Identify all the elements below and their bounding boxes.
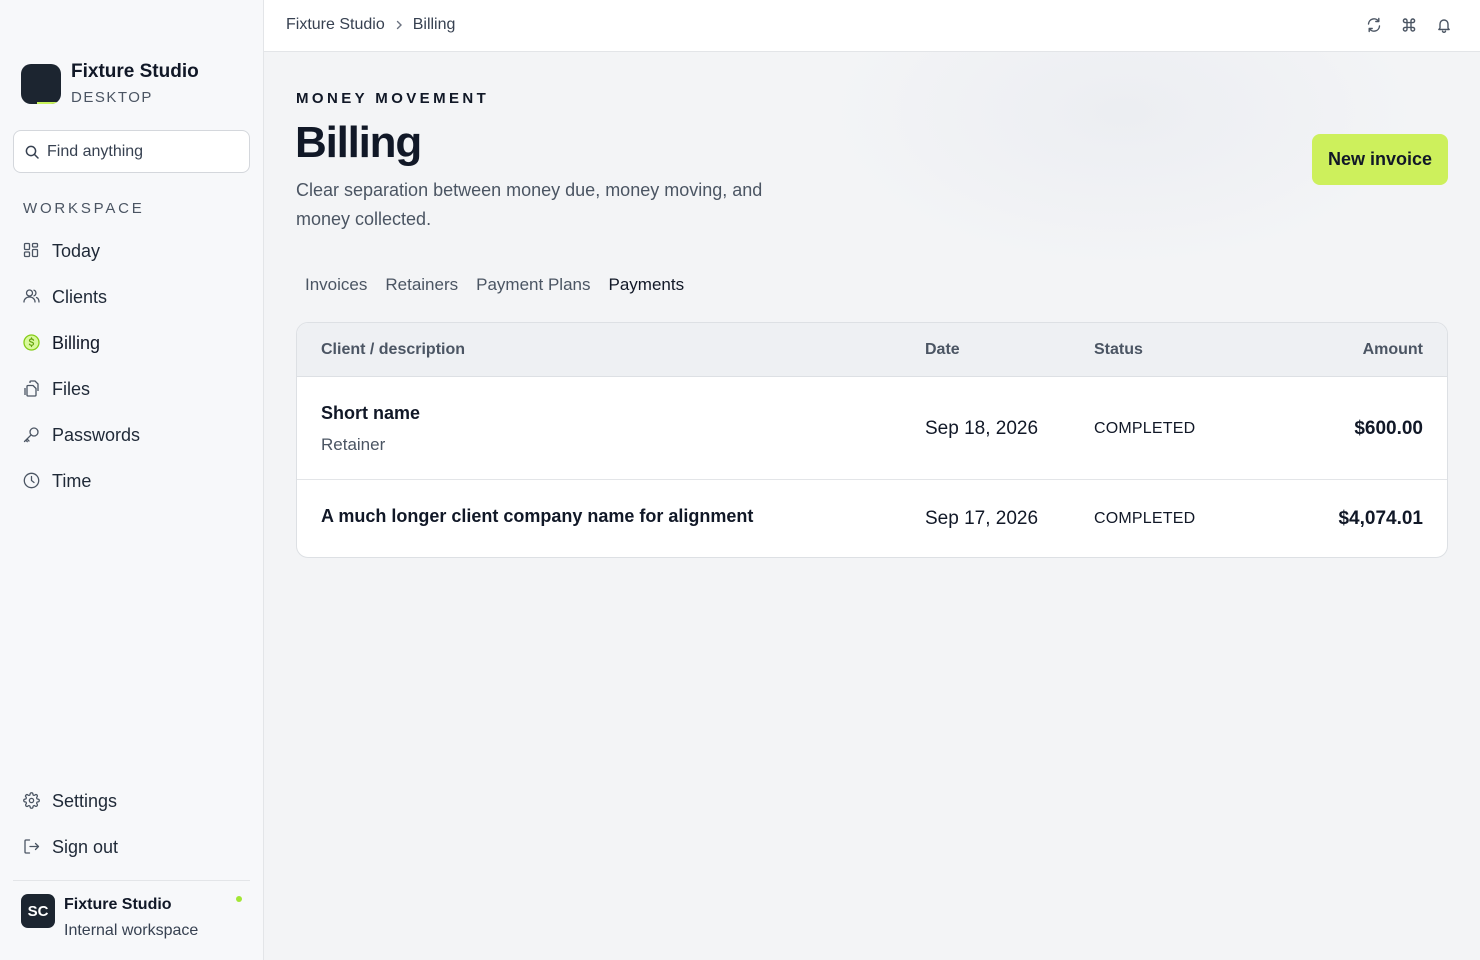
sidebar-item-billing[interactable]: Billing	[13, 320, 250, 366]
user-workspace-label: Internal workspace	[64, 922, 199, 939]
payment-amount: $4,074.01	[1338, 508, 1423, 529]
payment-description: Retainer	[321, 435, 386, 454]
sidebar-item-label: Clients	[52, 286, 108, 307]
sidebar-item-sign-out[interactable]: Sign out	[13, 824, 250, 870]
command-icon[interactable]	[1401, 17, 1417, 33]
tab-retainers[interactable]: Retainers	[376, 274, 467, 296]
app-name: Fixture Studio	[71, 61, 199, 82]
sidebar-item-passwords[interactable]: Passwords	[13, 412, 250, 458]
app-logo	[21, 64, 61, 104]
main-content: MONEY MOVEMENT Billing Clear separation …	[264, 52, 1480, 960]
sidebar-item-label: Time	[52, 470, 92, 491]
sidebar-item-time[interactable]: Time	[13, 458, 250, 504]
tab-invoices[interactable]: Invoices	[296, 274, 376, 296]
table-row[interactable]: Short name Retainer Sep 18, 2026 COMPLET…	[297, 377, 1447, 480]
sidebar-item-label: Passwords	[52, 424, 141, 445]
sidebar-item-label: Billing	[52, 332, 101, 353]
chevron-right-icon	[395, 20, 403, 30]
search-icon	[25, 145, 39, 159]
gear-icon	[23, 792, 41, 810]
client-name: Short name	[321, 403, 421, 423]
clock-icon	[23, 472, 41, 490]
payment-status: COMPLETED	[1094, 510, 1196, 527]
page-description: Clear separation between money due, mone…	[296, 180, 763, 229]
page-eyebrow: MONEY MOVEMENT	[296, 90, 490, 107]
bell-icon[interactable]	[1436, 17, 1452, 33]
files-icon	[23, 380, 41, 398]
sidebar-bottom-nav: Settings Sign out	[13, 778, 250, 870]
new-invoice-button[interactable]: New invoice	[1312, 134, 1448, 185]
payments-table: Client / description Date Status Amount …	[296, 322, 1448, 558]
sidebar-item-clients[interactable]: Clients	[13, 274, 250, 320]
column-header-date[interactable]: Date	[925, 341, 960, 359]
column-header-status[interactable]: Status	[1094, 341, 1143, 359]
client-name: A much longer client company name for al…	[321, 506, 754, 526]
table-header: Client / description Date Status Amount	[297, 323, 1447, 377]
tab-payment-plans[interactable]: Payment Plans	[467, 274, 599, 296]
payment-date: Sep 18, 2026	[925, 418, 1039, 439]
refresh-icon[interactable]	[1366, 17, 1382, 33]
billing-tabs: Invoices Retainers Payment Plans Payment…	[296, 274, 693, 296]
search-box[interactable]	[13, 130, 250, 173]
app-edition: DESKTOP	[71, 89, 153, 106]
breadcrumb-item-current: Billing	[412, 16, 456, 33]
top-bar: Fixture Studio Billing	[264, 0, 1480, 52]
sidebar-item-label: Files	[52, 378, 91, 399]
breadcrumb-item-root[interactable]: Fixture Studio	[286, 16, 385, 34]
sidebar: Fixture Studio DESKTOP WORKSPACE Today	[0, 0, 264, 960]
sidebar-item-settings[interactable]: Settings	[13, 778, 250, 824]
column-header-amount[interactable]: Amount	[1363, 341, 1423, 359]
payment-status: COMPLETED	[1094, 420, 1196, 437]
avatar: SC	[21, 894, 55, 928]
dashboard-grid-icon	[23, 242, 41, 260]
tab-payments[interactable]: Payments	[599, 274, 693, 296]
page-title: Billing	[295, 118, 422, 167]
brand: Fixture Studio DESKTOP	[21, 60, 199, 108]
user-name: Fixture Studio	[64, 896, 172, 913]
top-bar-actions	[1366, 17, 1452, 33]
key-icon	[23, 426, 41, 444]
payment-date: Sep 17, 2026	[925, 508, 1039, 529]
sidebar-item-files[interactable]: Files	[13, 366, 250, 412]
breadcrumb: Fixture Studio Billing	[286, 16, 455, 34]
workspace-section-label: WORKSPACE	[23, 200, 145, 217]
column-header-client[interactable]: Client / description	[321, 341, 465, 359]
table-row[interactable]: A much longer client company name for al…	[297, 480, 1447, 557]
payment-amount: $600.00	[1354, 418, 1423, 439]
sidebar-nav: Today Clients Billing Files Passwords Ti…	[13, 228, 250, 504]
dollar-circle-icon	[23, 334, 41, 352]
user-card[interactable]: SC Fixture Studio Internal workspace	[13, 880, 250, 960]
sidebar-item-today[interactable]: Today	[13, 228, 250, 274]
sidebar-item-label: Settings	[52, 790, 118, 811]
sidebar-item-label: Sign out	[52, 836, 119, 857]
users-icon	[23, 288, 41, 306]
sign-out-icon	[23, 838, 41, 856]
search-input[interactable]	[47, 142, 237, 161]
online-status-dot	[236, 896, 242, 902]
sidebar-item-label: Today	[52, 240, 101, 261]
